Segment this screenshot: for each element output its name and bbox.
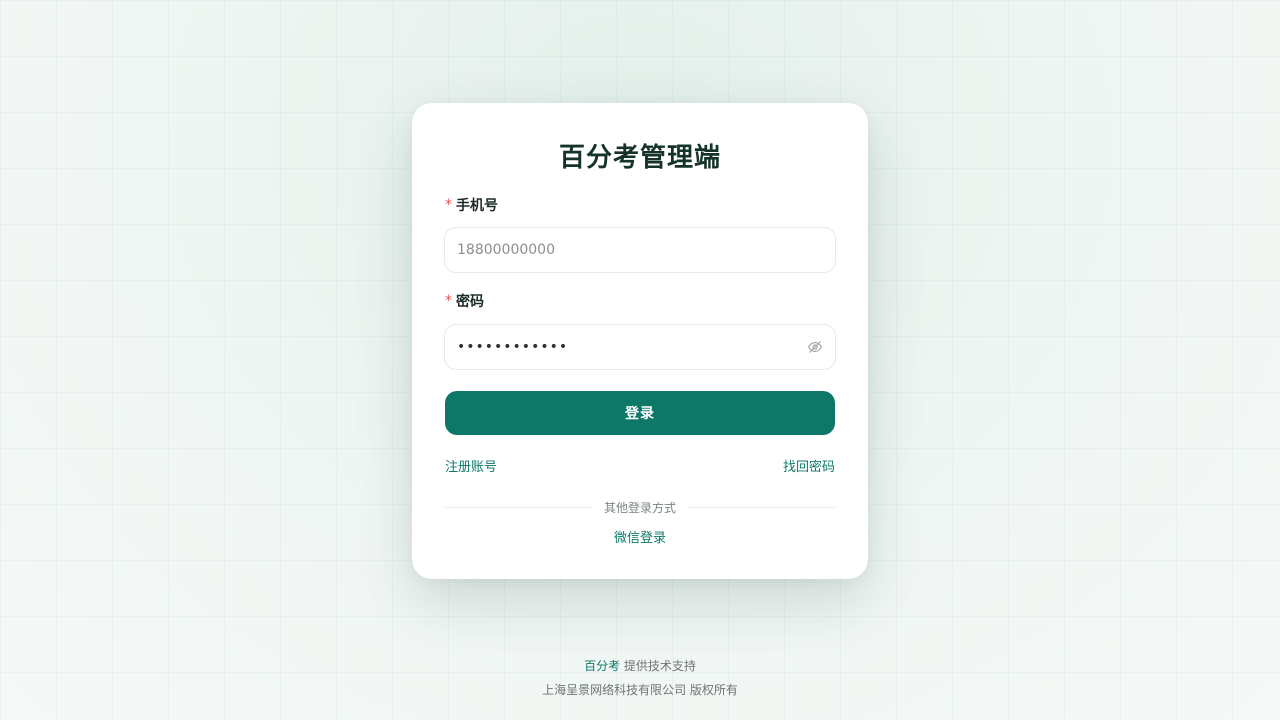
divider-line (688, 506, 836, 508)
footer-support-text: 提供技术支持 (623, 659, 696, 673)
footer-copyright: 上海呈景网络科技有限公司 版权所有 (542, 683, 738, 697)
login-card: 百分考管理端 * 手机号 * 密码 登录 注册账号 找回密码 其他登录方式 微信… (412, 103, 868, 579)
required-mark: * (445, 197, 452, 213)
password-field[interactable] (444, 324, 836, 370)
page-title: 百分考管理端 (558, 143, 721, 173)
footer: 百分考 提供技术支持 上海呈景网络科技有限公司 版权所有 (0, 654, 1280, 702)
phone-field[interactable] (444, 227, 836, 273)
footer-support: 百分考 提供技术支持 (0, 654, 1280, 678)
auth-links: 注册账号 找回密码 (445, 455, 835, 475)
other-methods-label: 其他登录方式 (604, 500, 677, 515)
phone-input[interactable] (457, 228, 823, 272)
register-link[interactable]: 注册账号 (445, 456, 497, 475)
wechat-login-link[interactable]: 微信登录 (412, 527, 868, 546)
password-label: * 密码 (445, 291, 484, 311)
forgot-password-link[interactable]: 找回密码 (783, 456, 835, 475)
other-methods-divider: 其他登录方式 (445, 498, 836, 516)
password-input[interactable] (457, 325, 807, 369)
eye-off-icon[interactable] (807, 339, 823, 355)
password-label-text: 密码 (456, 294, 484, 310)
phone-label: * 手机号 (445, 195, 498, 215)
login-button[interactable]: 登录 (445, 391, 835, 435)
required-mark: * (445, 293, 452, 309)
footer-brand-link[interactable]: 百分考 (584, 659, 620, 673)
divider-line (445, 506, 592, 508)
phone-label-text: 手机号 (456, 198, 498, 214)
